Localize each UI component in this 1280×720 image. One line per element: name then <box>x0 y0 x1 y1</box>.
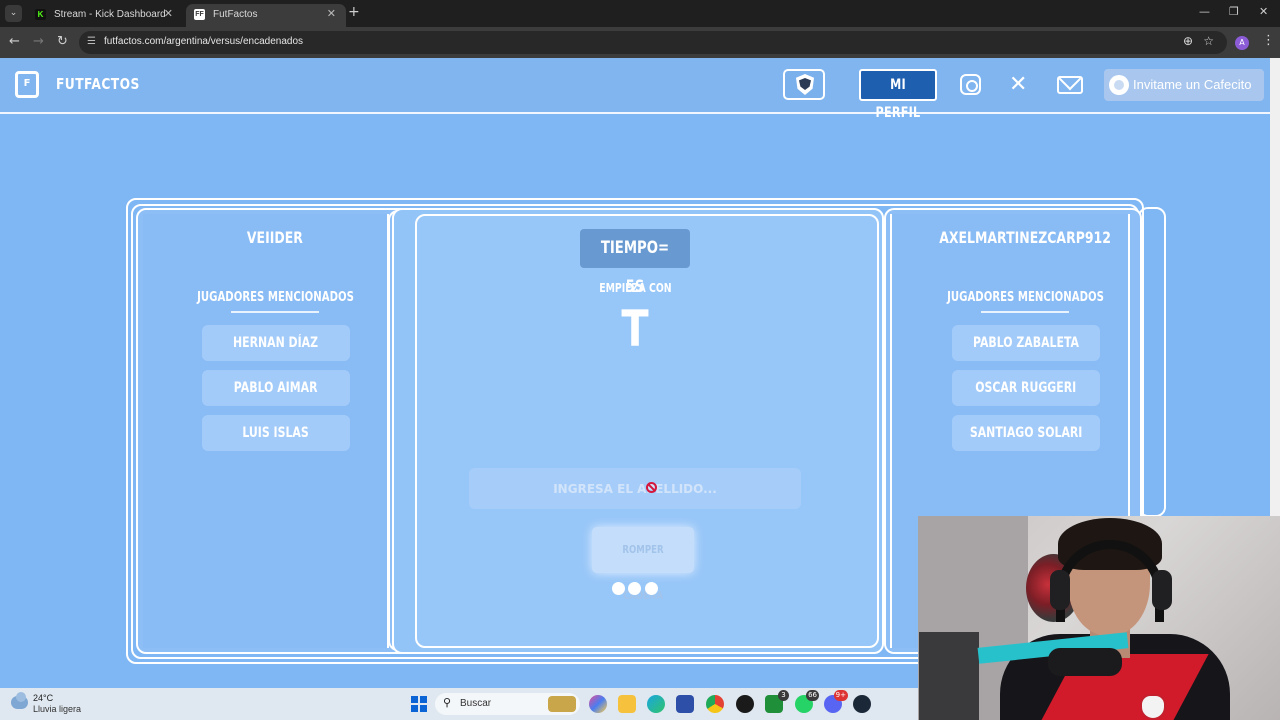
close-tab-icon[interactable]: ✕ <box>327 7 336 20</box>
webcam-overlay <box>918 516 1280 720</box>
left-title-underline <box>231 311 319 313</box>
back-icon[interactable]: ← <box>9 34 20 49</box>
mail-icon[interactable] <box>1057 76 1083 94</box>
starts-with-label: EMPIEZA CON <box>598 281 672 295</box>
kick-favicon-icon: K <box>35 9 46 20</box>
obs-icon[interactable] <box>736 695 754 713</box>
headphone-cup-left <box>1050 570 1070 610</box>
copilot-icon[interactable] <box>589 695 607 713</box>
restore-icon[interactable]: ❐ <box>1229 5 1239 18</box>
discord-badge: 9+ <box>833 690 848 701</box>
browser-tab-bar: ⌄ K Stream - Kick Dashboard ✕ FF FutFact… <box>0 0 1280 27</box>
address-bar-row: ← → ↻ ☰ futfactos.com/argentina/versus/e… <box>0 27 1280 58</box>
starting-letter: T <box>621 300 649 358</box>
left-player-name: VEIIDER <box>247 228 303 247</box>
weather-cloud-icon[interactable] <box>11 692 28 709</box>
club-shield-button[interactable] <box>783 69 825 100</box>
windows-taskbar: 24°C Lluvia ligera ⚲ Buscar 3 66 9+ <box>0 688 918 720</box>
minimize-icon[interactable]: — <box>1199 5 1210 18</box>
reload-icon[interactable]: ↻ <box>57 34 68 49</box>
browser-tab-futfactos[interactable]: FF FutFactos ✕ <box>186 4 346 27</box>
xbox-icon[interactable]: 3 <box>765 690 789 713</box>
tab-title: Stream - Kick Dashboard <box>54 9 166 20</box>
file-explorer-icon[interactable] <box>618 695 636 713</box>
site-info-icon[interactable]: ☰ <box>87 36 96 47</box>
url-text[interactable]: futfactos.com/argentina/versus/encadenad… <box>104 36 303 47</box>
surname-input[interactable] <box>469 468 801 509</box>
buy-coffee-button[interactable]: Invitame un Cafecito <box>1104 69 1264 101</box>
tab-title: FutFactos <box>213 9 258 20</box>
my-profile-button[interactable]: MI PERFIL <box>859 69 937 121</box>
x-twitter-icon[interactable]: ✕ <box>1009 73 1027 97</box>
site-header: F FUTFACTOS MI PERFIL ✕ Invitame un Cafe… <box>0 58 1270 121</box>
my-profile-label: MI PERFIL <box>875 77 921 121</box>
loading-dot <box>612 582 625 595</box>
webcam-pc-case <box>919 632 979 720</box>
close-window-icon[interactable]: ✕ <box>1259 5 1268 18</box>
tab-search-icon[interactable]: ⌄ <box>5 5 22 22</box>
steam-icon[interactable] <box>853 695 871 713</box>
new-tab-icon[interactable]: + <box>348 4 360 20</box>
forward-icon[interactable]: → <box>33 34 44 49</box>
futfactos-favicon-icon: FF <box>194 9 205 20</box>
break-chain-button[interactable]: ROMPER CADENA <box>592 527 694 602</box>
club-crest-icon <box>1140 694 1166 720</box>
taskbar-search[interactable]: ⚲ Buscar <box>435 693 580 715</box>
whatsapp-icon[interactable]: 66 <box>795 690 819 713</box>
right-player-chip: OSCAR RUGGERI <box>952 370 1100 406</box>
side-frame <box>1138 207 1166 517</box>
microphone-icon <box>1048 648 1122 676</box>
chrome-icon[interactable] <box>706 695 724 713</box>
edge-icon[interactable] <box>647 695 665 713</box>
search-icon: ⚲ <box>443 696 452 709</box>
loading-dot <box>645 582 658 595</box>
left-player-chip: HERNAN DÍAZ <box>202 325 350 361</box>
not-allowed-cursor-icon <box>646 482 657 493</box>
shield-icon <box>796 74 814 95</box>
browser-tab-kick[interactable]: K Stream - Kick Dashboard ✕ <box>27 4 183 27</box>
left-player-chip: LUIS ISLAS <box>202 415 350 451</box>
right-title-underline <box>981 311 1069 313</box>
left-mentioned-title: JUGADORES MENCIONADOS <box>197 290 354 305</box>
weather-description[interactable]: Lluvia ligera <box>33 704 81 714</box>
brand-name[interactable]: FUTFACTOS <box>56 75 140 93</box>
coffee-cup-icon <box>1109 75 1129 95</box>
weather-temperature[interactable]: 24°C <box>33 693 53 703</box>
whatsapp-badge: 66 <box>806 690 819 701</box>
timer-display: TIEMPO= 5S <box>580 229 690 297</box>
zoom-icon[interactable]: ⊕ <box>1183 34 1193 48</box>
right-player-chip: SANTIAGO SOLARI <box>952 415 1100 451</box>
loading-dot <box>628 582 641 595</box>
windows-start-icon[interactable] <box>411 696 427 712</box>
search-label: Buscar <box>460 698 492 709</box>
headphone-cup-right <box>1152 570 1172 610</box>
discord-icon[interactable]: 9+ <box>824 690 848 713</box>
right-player-chip: PABLO ZABALETA <box>952 325 1100 361</box>
right-player-name: AXELMARTINEZCARP912 <box>939 228 1111 247</box>
menu-kebab-icon[interactable]: ⋮ <box>1262 33 1275 48</box>
coffee-button-label: Invitame un Cafecito <box>1133 77 1252 92</box>
search-highlight-image <box>548 696 576 712</box>
instagram-icon[interactable] <box>960 74 981 95</box>
futfactos-logo-icon[interactable]: F <box>15 71 39 98</box>
close-tab-icon[interactable]: ✕ <box>164 7 173 20</box>
url-field[interactable]: ☰ futfactos.com/argentina/versus/encaden… <box>79 31 1227 54</box>
bookmark-star-icon[interactable]: ☆ <box>1203 34 1214 48</box>
store-icon[interactable] <box>676 695 694 713</box>
right-mentioned-title: JUGADORES MENCIONADOS <box>947 290 1104 305</box>
left-player-chip: PABLO AIMAR <box>202 370 350 406</box>
xbox-badge: 3 <box>778 690 789 701</box>
profile-avatar-icon[interactable]: A <box>1235 36 1249 50</box>
